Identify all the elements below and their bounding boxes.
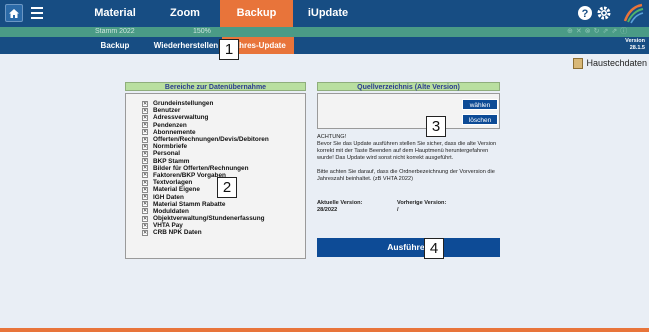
checkbox[interactable]: ✕: [142, 194, 148, 201]
list-icon[interactable]: [28, 4, 46, 22]
list-item[interactable]: ✕ VHTA Pay: [142, 222, 305, 229]
checkbox[interactable]: ✕: [142, 158, 148, 165]
submenu-bar: Backup Wiederherstellen Jahres-Update Ve…: [0, 37, 649, 54]
zoom-level: 150%: [193, 28, 211, 35]
svg-text:?: ?: [582, 8, 589, 20]
logo-icon: [622, 2, 644, 24]
list-item[interactable]: ✕ Grundeinstellungen: [142, 100, 305, 107]
help-icon[interactable]: ?: [577, 5, 593, 23]
data-areas-list: ✕ Grundeinstellungen ✕ Benutzer ✕ Adressverwa…: [125, 93, 306, 259]
checkbox[interactable]: ✕: [142, 129, 148, 136]
warning-text: Bevor Sie das Update ausführen stellen S…: [317, 141, 497, 161]
list-item-label: Objektverwaltung/Stundenerfassung: [153, 215, 265, 223]
list-item-label: BKP Stamm: [153, 157, 190, 165]
delete-button[interactable]: löschen: [462, 114, 498, 125]
list-item-label: Abonnemente: [153, 128, 196, 136]
list-item-label: Adressverwaltung: [153, 114, 209, 122]
list-item-label: Normbriefe: [153, 143, 188, 151]
list-item-label: Faktoren/BKP Vorgaben: [153, 171, 226, 179]
previous-version-label: Vorherige Version:: [397, 200, 447, 206]
current-version-label: Aktuelle Version:: [317, 200, 363, 206]
list-item[interactable]: ✕ Abonnemente: [142, 129, 305, 136]
checkbox[interactable]: ✕: [142, 122, 148, 129]
list-item-label: Material Eigene: [153, 186, 200, 194]
checkbox[interactable]: ✕: [142, 179, 148, 186]
checkbox[interactable]: ✕: [142, 222, 148, 229]
list-item-label: Textvorlagen: [153, 179, 193, 187]
list-item[interactable]: ✕ Moduldaten: [142, 208, 305, 215]
list-item-label: Pendenzen: [153, 121, 187, 129]
checkbox[interactable]: ✕: [142, 208, 148, 215]
list-item-label: Personal: [153, 150, 180, 158]
tab-material[interactable]: Material: [80, 0, 150, 27]
list-item[interactable]: ✕ Benutzer: [142, 107, 305, 114]
tab-backup[interactable]: Backup: [220, 0, 293, 27]
execute-button[interactable]: Ausführen: [317, 238, 500, 257]
list-item-label: Bilder für Offerten/Rechnungen: [153, 164, 249, 172]
gear-icon[interactable]: [596, 5, 612, 23]
list-item[interactable]: ✕ Pendenzen: [142, 122, 305, 129]
checkbox[interactable]: ✕: [142, 107, 148, 114]
checkbox[interactable]: ✕: [142, 165, 148, 172]
callout-1: 1: [219, 39, 239, 60]
list-item-label: Benutzer: [153, 107, 181, 115]
checkbox[interactable]: ✕: [142, 100, 148, 107]
checkbox[interactable]: ✕: [142, 150, 148, 157]
list-item[interactable]: ✕ Normbriefe: [142, 143, 305, 150]
hint-text: Bitte achten Sie darauf, dass die Ordner…: [317, 169, 495, 182]
list-item-label: Grundeinstellungen: [153, 100, 214, 108]
list-item[interactable]: ✕ BKP Stamm: [142, 158, 305, 165]
submenu-restore[interactable]: Wiederherstellen: [150, 37, 222, 54]
checkbox[interactable]: ✕: [142, 186, 148, 193]
home-icon[interactable]: [5, 4, 23, 22]
user-name: Haustechdaten: [586, 58, 647, 68]
checkbox[interactable]: ✕: [142, 229, 148, 236]
tab-zoom[interactable]: Zoom: [150, 0, 220, 27]
checkbox[interactable]: ✕: [142, 201, 148, 208]
warning-block: ACHTUNG! Bevor Sie das Update ausführen …: [317, 134, 502, 183]
checkbox[interactable]: ✕: [142, 172, 148, 179]
list-item-label: Material Stamm Rabatte: [153, 200, 226, 208]
callout-2: 2: [217, 177, 237, 198]
checkbox[interactable]: ✕: [142, 114, 148, 121]
list-item[interactable]: ✕ Personal: [142, 150, 305, 157]
user-chip[interactable]: Haustechdaten: [573, 57, 647, 69]
list-item[interactable]: ✕ Objektverwaltung/Stundenerfassung: [142, 215, 305, 222]
warning-title: ACHTUNG!: [317, 134, 347, 140]
list-item[interactable]: ✕ Bilder für Offerten/Rechnungen: [142, 165, 305, 172]
choose-button[interactable]: wählen: [462, 99, 498, 110]
left-panel-title: Bereiche zur Datenübernahme: [125, 82, 306, 91]
right-panel-title: Quellverzeichnis (Alte Version): [317, 82, 500, 91]
list-item[interactable]: ✕ CRB NPK Daten: [142, 229, 305, 236]
list-item-label: CRB NPK Daten: [153, 229, 202, 237]
list-item-label: VHTA Pay: [153, 222, 183, 230]
submenu-backup[interactable]: Backup: [80, 37, 150, 54]
list-item[interactable]: ✕ Material Stamm Rabatte: [142, 201, 305, 208]
list-item[interactable]: ✕ Offerten/Rechnungen/Devis/Debitoren: [142, 136, 305, 143]
top-navigation-bar: Material Zoom Backup iUpdate ?: [0, 0, 649, 27]
version-info: Version 28.1.5: [625, 38, 645, 52]
version-value: 28.1.5: [629, 45, 645, 51]
source-directory-box: wählen löschen: [317, 93, 500, 129]
checkbox[interactable]: ✕: [142, 136, 148, 143]
list-item-label: Offerten/Rechnungen/Devis/Debitoren: [153, 136, 269, 144]
avatar: [573, 57, 584, 69]
status-strip: Stamm 2022 150% ⊕✕⊗↻⇗⇗ⓘ: [0, 27, 649, 37]
list-item-label: IGH Daten: [153, 193, 184, 201]
callout-3: 3: [426, 116, 446, 137]
current-version-value: 28/2022: [317, 207, 338, 213]
checkbox[interactable]: ✕: [142, 143, 148, 150]
toolbar-mini-icons: ⊕✕⊗↻⇗⇗ⓘ: [567, 28, 631, 35]
checkbox[interactable]: ✕: [142, 215, 148, 222]
previous-version-value: /: [397, 207, 399, 213]
stamm-label: Stamm 2022: [95, 28, 135, 35]
list-item-label: Moduldaten: [153, 207, 189, 215]
tab-iupdate[interactable]: iUpdate: [293, 0, 363, 27]
callout-4: 4: [424, 238, 444, 259]
list-item[interactable]: ✕ Adressverwaltung: [142, 114, 305, 121]
version-label: Version: [625, 38, 645, 44]
bottom-accent-line: [0, 328, 649, 332]
